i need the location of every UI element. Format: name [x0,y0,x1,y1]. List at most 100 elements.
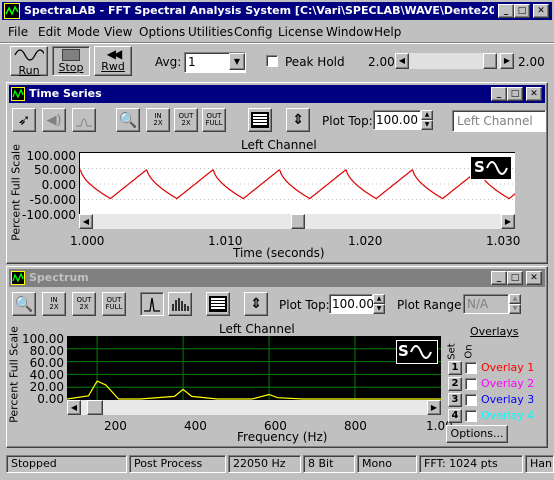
sp-plot-range-spinner[interactable]: ▲ ▼ [509,294,521,314]
spin-up-icon[interactable]: ▲ [421,110,433,120]
overlay-checkbox-3[interactable] [465,394,477,406]
ts-scrollbar[interactable]: ◀ ▶ [79,214,515,229]
ts-zoom-out-full-button[interactable]: OUT FULL [202,108,226,132]
sp-zoom-in-2x-button[interactable]: IN 2X [42,292,66,316]
peak-hold-checkbox[interactable] [266,55,278,67]
sp-plot-top-input[interactable]: 100.00 [329,294,374,314]
scroll-right-arrow[interactable]: ▶ [427,400,441,415]
sp-close-button[interactable]: ✕ [526,271,542,285]
envelope-icon [76,118,92,127]
display-icon [251,112,269,128]
toolbar-divider [0,42,554,44]
ts-plot-top-input[interactable]: 100.00 [373,110,421,130]
speaker-icon: ◀) [46,112,62,128]
stop-button[interactable]: Stop [52,46,90,76]
close-button[interactable]: ✕ [533,4,549,18]
ts-xtick: 1.000 [70,234,105,248]
overlay-set-button-4[interactable]: 4 [448,409,462,423]
ts-scale-button[interactable]: ⇕ [286,108,310,132]
sp-line-mode-button[interactable] [140,292,164,316]
status-fft-size: FFT: 1024 pts [419,455,523,473]
minimize-button[interactable]: _ [498,4,514,18]
sp-maximize-button[interactable]: □ [507,271,523,285]
ts-plot-top-label: Plot Top: [322,114,373,128]
scroll-left-arrow[interactable]: ◀ [67,400,81,415]
ts-minimize-button[interactable]: _ [491,87,507,101]
ts-envelope-button[interactable] [72,108,96,132]
overlay-set-button-2[interactable]: 2 [448,377,462,391]
spin-up-icon[interactable]: ▲ [509,294,521,304]
overlay-options-button[interactable]: Options... [446,425,508,443]
menu-mode[interactable]: Mode [67,25,100,39]
spin-up-icon[interactable]: ▲ [373,294,385,304]
menu-edit[interactable]: Edit [38,25,61,39]
overlay-checkbox-1[interactable] [465,362,477,374]
slider-right-arrow[interactable]: ▶ [500,53,514,69]
sp-plot-top-spinner[interactable]: ▲ ▼ [373,294,385,314]
zoom-in-2x-icon: IN 2X [49,296,59,311]
sp-zoom-button[interactable]: 🔍 [12,292,36,316]
sp-bar-mode-button[interactable] [168,292,192,316]
stop-square-icon [62,49,80,61]
sp-display-button[interactable] [206,292,230,316]
sp-zoom-out-2x-button[interactable]: OUT 2X [72,292,96,316]
rewind-button[interactable]: ◀◀ Rwd [94,46,132,76]
sp-zoom-out-full-button[interactable]: OUT FULL [102,292,126,316]
ts-display-button[interactable] [248,108,272,132]
ts-plot-top-spinner[interactable]: ▲ ▼ [421,110,433,130]
sp-minimize-button[interactable]: _ [491,271,507,285]
menu-options[interactable]: Options [139,25,185,39]
sp-scale-button[interactable]: ⇕ [244,292,268,316]
ts-pointer-button[interactable]: ➶ [12,108,36,132]
magnifier-icon: 🔍 [118,111,138,129]
overlay-checkbox-4[interactable] [465,410,477,422]
sp-plot-range-input[interactable]: N/A [463,294,509,314]
scroll-right-arrow[interactable]: ▶ [501,214,515,229]
app-icon [4,3,20,19]
menu-window[interactable]: Window [326,25,373,39]
ts-channel-select[interactable]: Left Channel [452,110,546,132]
ts-speaker-button[interactable]: ◀) [42,108,66,132]
ts-zoom-in-2x-button[interactable]: IN 2X [146,108,170,132]
slider-thumb[interactable] [483,53,497,69]
menu-file[interactable]: File [8,25,28,39]
run-button[interactable]: Run [10,46,48,76]
menu-license[interactable]: License [278,25,323,39]
overlay-set-label: Set [446,343,458,360]
spin-down-icon[interactable]: ▼ [373,304,385,314]
spin-down-icon[interactable]: ▼ [421,120,433,130]
spin-down-icon[interactable]: ▼ [509,304,521,314]
scroll-thumb[interactable] [87,400,103,415]
rewind-label: Rwd [101,60,125,73]
chevron-down-icon[interactable]: ▼ [229,53,245,70]
scroll-left-arrow[interactable]: ◀ [79,214,93,229]
menu-help[interactable]: Help [374,25,401,39]
ts-maximize-button[interactable]: □ [507,87,523,101]
ts-close-button[interactable]: ✕ [526,87,542,101]
overlay-checkbox-2[interactable] [465,378,477,390]
status-channels: Mono [357,455,417,473]
menu-config[interactable]: Config [234,25,273,39]
time-series-plot[interactable] [79,152,515,214]
scroll-thumb[interactable] [291,214,305,229]
ts-zoom-button[interactable]: 🔍 [116,108,140,132]
menu-view[interactable]: View [104,25,132,39]
sp-scrollbar[interactable]: ◀ ▶ [67,400,441,415]
sp-plot-top-label: Plot Top: [279,298,330,312]
ts-xtick: 1.020 [348,234,383,248]
slider-left-arrow[interactable]: ◀ [395,53,409,69]
status-window: Han [525,455,554,473]
sine-wave-icon [14,49,46,61]
overlay-set-button-1[interactable]: 1 [448,361,462,375]
menu-utilities[interactable]: Utilities [188,25,233,39]
overlay-set-button-3[interactable]: 3 [448,393,462,407]
sp-xlabel: Frequency (Hz) [237,430,328,444]
avg-select[interactable]: 1 ▼ [184,52,246,73]
ts-xlabel: Time (seconds) [233,246,325,260]
zoom-slider[interactable]: ◀ ▶ [395,53,514,69]
spectrum-plot[interactable] [67,336,441,400]
maximize-button[interactable]: □ [514,4,530,18]
avg-value: 1 [188,55,196,69]
ts-zoom-out-2x-button[interactable]: OUT 2X [174,108,198,132]
slider-right-value: 2.00 [518,55,545,69]
